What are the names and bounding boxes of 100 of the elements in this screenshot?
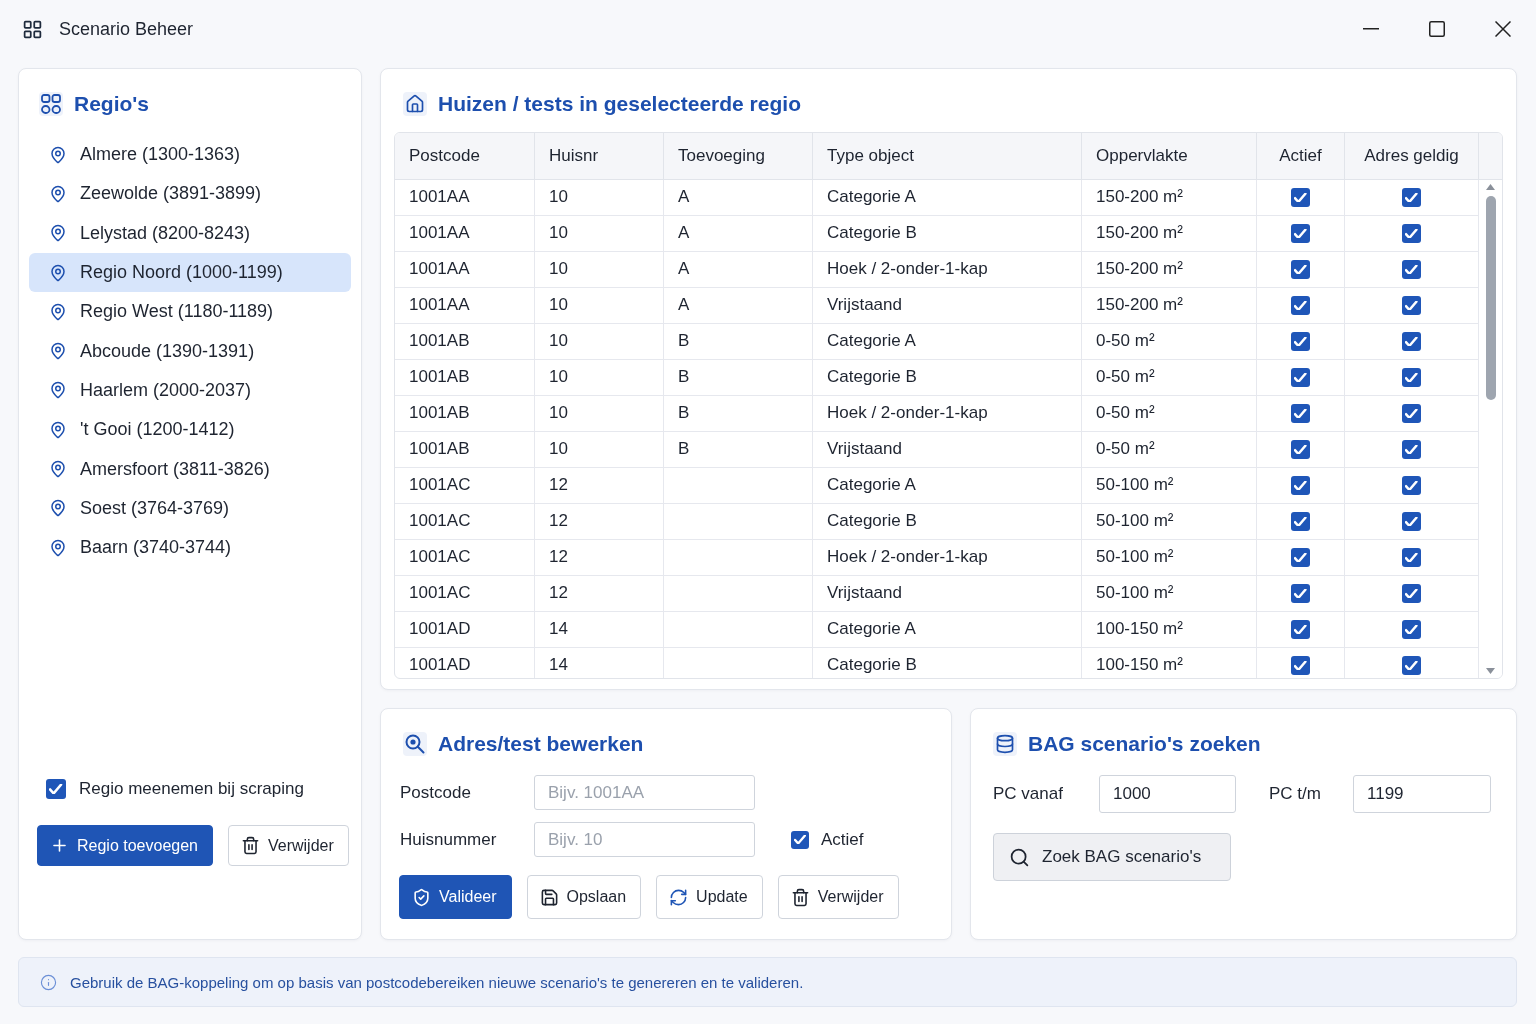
checkbox[interactable] xyxy=(1402,367,1421,387)
checkmark-icon xyxy=(1405,336,1418,347)
checkbox[interactable] xyxy=(1402,583,1421,603)
input-field[interactable]: 1199 xyxy=(1353,775,1491,813)
region-item[interactable]: Lelystad (8200-8243) xyxy=(29,213,351,253)
checkbox[interactable] xyxy=(1402,475,1421,495)
checkmark-icon xyxy=(1294,480,1307,491)
checkbox[interactable] xyxy=(1291,259,1310,279)
checkmark-icon xyxy=(1294,552,1307,563)
checkbox[interactable] xyxy=(1402,187,1421,207)
scrollbar-thumb[interactable] xyxy=(1485,195,1496,400)
table-cell: 1001AD xyxy=(409,619,471,640)
primary-button[interactable]: Regio toevoegen xyxy=(37,825,213,866)
checkbox[interactable] xyxy=(1291,439,1310,459)
checkmark-icon xyxy=(1294,660,1307,671)
minimize-icon xyxy=(1363,28,1379,30)
checkbox[interactable] xyxy=(1402,223,1421,243)
checkmark-icon xyxy=(1294,300,1307,311)
table-cell: 14 xyxy=(549,655,568,676)
checkmark-icon xyxy=(1294,624,1307,635)
table-cell: 10 xyxy=(549,295,568,316)
checkbox[interactable] xyxy=(1402,655,1421,675)
checkmark-icon xyxy=(49,783,63,795)
checkbox[interactable] xyxy=(1402,259,1421,279)
table-cell: 1001AB xyxy=(409,439,470,460)
region-item[interactable]: Haarlem (2000-2037) xyxy=(29,370,351,411)
scroll-down-arrow-icon[interactable] xyxy=(1486,668,1495,674)
table-cell: 150-200 m² xyxy=(1096,187,1183,208)
scroll-up-arrow-icon[interactable] xyxy=(1486,183,1495,190)
checkbox[interactable] xyxy=(1291,331,1310,351)
table-cell: 10 xyxy=(549,223,568,244)
checkbox[interactable] xyxy=(1291,583,1310,603)
table-cell: B xyxy=(678,403,690,424)
region-item[interactable]: Amersfoort (3811-3826) xyxy=(29,449,351,489)
checkbox[interactable] xyxy=(1402,511,1421,531)
secondary-button[interactable]: Verwijder xyxy=(777,875,899,919)
checkbox[interactable] xyxy=(1291,511,1310,531)
checkmark-icon xyxy=(1405,264,1418,275)
checkbox[interactable] xyxy=(1291,223,1310,243)
region-item[interactable]: 't Gooi (1200-1412) xyxy=(29,410,351,450)
checkbox[interactable] xyxy=(1291,403,1310,423)
map-pin-icon xyxy=(49,184,67,203)
checkbox[interactable] xyxy=(1291,295,1310,315)
app-grid-icon xyxy=(22,18,43,40)
checkbox[interactable] xyxy=(1402,403,1421,423)
refresh-icon xyxy=(669,887,689,907)
checkmark-icon xyxy=(1405,516,1418,527)
checkbox[interactable] xyxy=(1402,547,1421,567)
table-cell: A xyxy=(678,295,690,316)
table-cell: 10 xyxy=(549,187,568,208)
table-cell: 0-50 m² xyxy=(1096,331,1155,352)
checkbox[interactable] xyxy=(46,779,66,799)
checkmark-icon xyxy=(1405,408,1418,419)
checkbox[interactable] xyxy=(1402,295,1421,315)
checkbox[interactable] xyxy=(1291,187,1310,207)
checkbox[interactable] xyxy=(1291,547,1310,567)
checkbox[interactable] xyxy=(1291,655,1310,675)
table-cell: Vrijstaand xyxy=(827,439,902,460)
region-item[interactable]: Baarn (3740-3744) xyxy=(29,527,351,568)
checkbox[interactable] xyxy=(791,830,809,849)
checkbox[interactable] xyxy=(1402,439,1421,459)
table-cell: Categorie A xyxy=(827,331,916,352)
checkmark-icon xyxy=(1405,660,1418,671)
input-field[interactable]: Bijv. 10 xyxy=(534,822,755,857)
search-button[interactable]: Zoek BAG scenario's xyxy=(993,833,1231,881)
window-title: Scenario Beheer xyxy=(59,18,194,40)
primary-button[interactable]: Valideer xyxy=(399,875,512,919)
table-cell: B xyxy=(678,439,690,460)
table-cell: 10 xyxy=(549,331,568,352)
checkbox[interactable] xyxy=(1291,475,1310,495)
column-header: Oppervlakte xyxy=(1082,132,1257,179)
secondary-button[interactable]: Verwijder xyxy=(228,825,349,866)
input-field[interactable]: Bijv. 1001AA xyxy=(534,775,755,810)
region-item[interactable]: Abcoude (1390-1391) xyxy=(29,331,351,371)
table-cell: Categorie A xyxy=(827,475,916,496)
region-item[interactable]: Zeewolde (3891-3899) xyxy=(29,174,351,214)
checkmark-icon xyxy=(1405,444,1418,455)
map-pin-icon xyxy=(49,302,67,321)
trash-icon xyxy=(790,887,810,907)
checkmark-icon xyxy=(1294,408,1307,419)
checkbox[interactable] xyxy=(1291,367,1310,387)
checkbox[interactable] xyxy=(1291,619,1310,639)
checkmark-icon xyxy=(1405,480,1418,491)
checkbox[interactable] xyxy=(1402,619,1421,639)
region-item[interactable]: Regio Noord (1000-1199) xyxy=(29,252,351,293)
checkbox[interactable] xyxy=(1402,331,1421,351)
secondary-button[interactable]: Opslaan xyxy=(526,875,642,919)
region-item[interactable]: Almere (1300-1363) xyxy=(29,135,351,175)
table-cell: 0-50 m² xyxy=(1096,439,1155,460)
region-item[interactable]: Soest (3764-3769) xyxy=(29,488,351,528)
secondary-button[interactable]: Update xyxy=(656,875,763,919)
column-header: Huisnr xyxy=(535,132,664,179)
table-cell: Categorie A xyxy=(827,187,916,208)
input-field[interactable]: 1000 xyxy=(1099,775,1236,813)
column-header: Postcode xyxy=(395,132,535,179)
field-label: PC t/m xyxy=(1269,784,1322,804)
map-pin-icon xyxy=(49,420,67,439)
table-cell: Categorie B xyxy=(827,655,917,676)
region-item[interactable]: Regio West (1180-1189) xyxy=(29,292,351,332)
table-cell: 1001AC xyxy=(409,547,471,568)
